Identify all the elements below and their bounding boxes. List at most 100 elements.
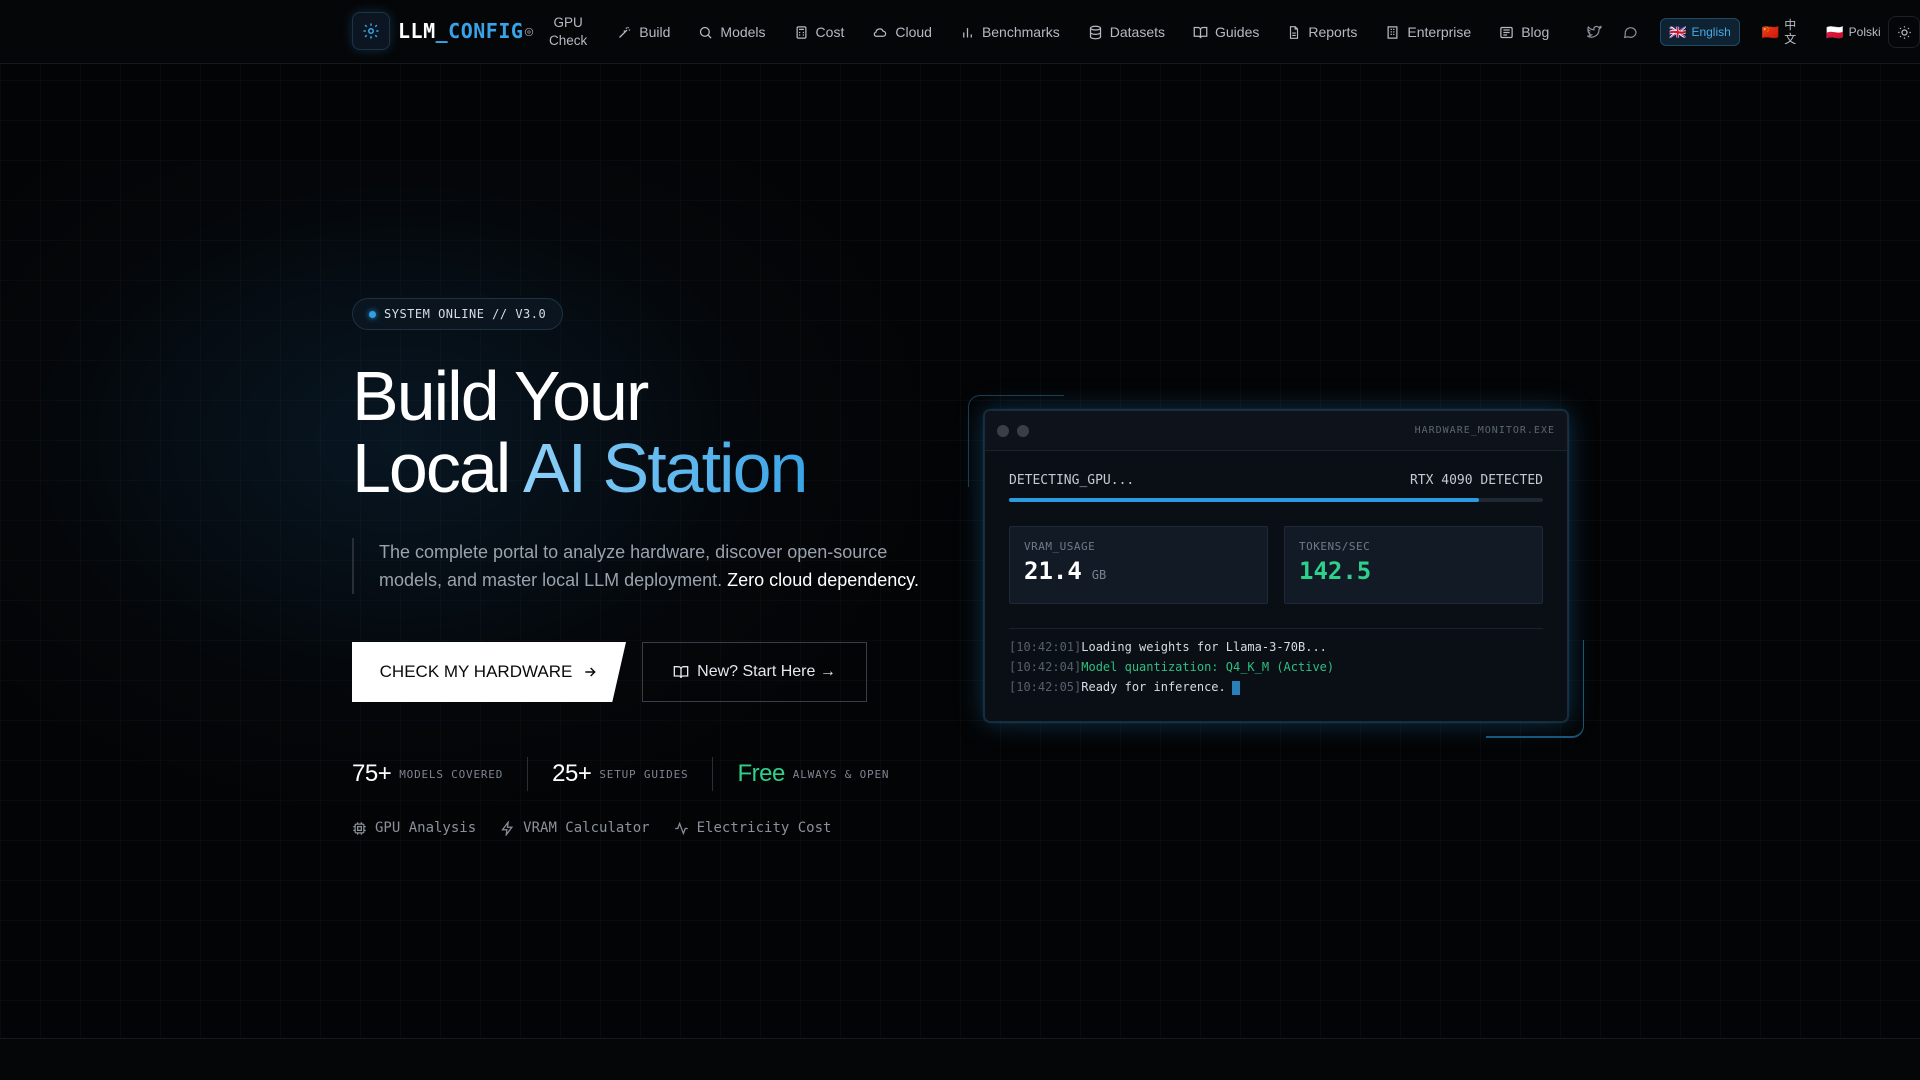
metric-cards: VRAM_USAGE 21.4 GB TOKENS/SEC 142.5: [1009, 526, 1543, 604]
nav-reports-label: Reports: [1308, 24, 1358, 40]
window-dot-2: [1017, 424, 1029, 437]
feature-electricity-cost-label: Electricity Cost: [696, 820, 832, 836]
nav-models[interactable]: Models: [698, 24, 766, 40]
start-here-button[interactable]: New? Start Here →: [642, 642, 867, 702]
feature-electricity-cost: Electricity Cost: [674, 820, 832, 836]
book-icon: [1193, 26, 1208, 38]
nav-right: 🇬🇧 English 🇨🇳 中文 🇵🇱 Polski: [1586, 0, 1903, 64]
lang-chinese-label: 中文: [1784, 18, 1797, 46]
database-icon: [1089, 25, 1101, 39]
search-icon: [700, 26, 712, 39]
chat-icon: [1623, 27, 1637, 39]
main-nav: GPU Check Build Models Cost Cloud Benchma…: [524, 0, 1577, 64]
log-text: Ready for inference.: [1081, 680, 1226, 694]
log-text: Model quantization: Q4_K_M (Active): [1081, 660, 1335, 674]
stat-free-label: ALWAYS & OPEN: [792, 767, 890, 781]
stat-guides-label: SETUP GUIDES: [599, 767, 689, 781]
window-dot-1: [997, 424, 1009, 437]
status-dot: [369, 310, 376, 318]
nav-reports[interactable]: Reports: [1287, 24, 1357, 40]
feature-vram-calculator: VRAM Calculator: [500, 820, 650, 836]
lang-chinese[interactable]: 🇨🇳 中文: [1754, 18, 1804, 46]
terminal-cursor: [1231, 680, 1240, 695]
lang-english[interactable]: 🇬🇧 English: [1660, 18, 1740, 46]
activity-icon: [674, 821, 688, 835]
log-timestamp: [10:42:01]: [1009, 640, 1082, 654]
nav-enterprise[interactable]: Enterprise: [1385, 24, 1471, 40]
book-open-icon: [673, 666, 689, 679]
nav-build[interactable]: Build: [617, 24, 670, 40]
vram-usage-card: VRAM_USAGE 21.4 GB: [1009, 526, 1268, 604]
start-here-label: New? Start Here →: [697, 663, 836, 680]
monitor-titlebar: HARDWARE_MONITOR.EXE: [985, 411, 1567, 451]
lang-english-label: English: [1691, 25, 1731, 39]
twitter-icon: [1587, 25, 1602, 38]
stat-guides-value: 25+: [552, 760, 592, 787]
detect-row: DETECTING_GPU... RTX 4090 DETECTED: [1009, 473, 1543, 488]
stats-row: 75+ MODELS COVERED 25+ SETUP GUIDES Free…: [352, 756, 937, 792]
brand-logo-link[interactable]: LLM_CONFIG: [352, 12, 523, 50]
nav-models-label: Models: [720, 24, 766, 40]
feature-vram-calculator-label: VRAM Calculator: [523, 820, 650, 836]
tokens-per-sec-label: TOKENS/SEC: [1299, 540, 1371, 553]
nav-blog[interactable]: Blog: [1499, 24, 1549, 40]
tokens-per-sec-card: TOKENS/SEC 142.5: [1284, 526, 1543, 604]
feature-gpu-analysis: GPU Analysis: [352, 820, 476, 836]
feature-gpu-analysis-label: GPU Analysis: [375, 820, 477, 836]
stat-free: Free ALWAYS & OPEN: [737, 757, 913, 791]
stat-models-value: 75+: [352, 760, 392, 787]
check-hardware-label: CHECK MY HARDWARE: [379, 662, 573, 681]
lang-polish-label: Polski: [1848, 25, 1881, 39]
log-line: [10:42:01]Loading weights for Llama-3-70…: [1009, 637, 1543, 657]
nav-datasets[interactable]: Datasets: [1088, 24, 1165, 40]
lightning-icon: [501, 820, 514, 836]
nav-cost-label: Cost: [815, 24, 845, 40]
china-flag-icon: 🇨🇳: [1761, 23, 1780, 40]
detect-progress-fill: [1009, 498, 1479, 502]
newspaper-icon: [1500, 26, 1513, 38]
lang-polish[interactable]: 🇵🇱 Polski: [1818, 18, 1888, 46]
gear-icon: [352, 12, 390, 50]
log-line: [10:42:04]Model quantization: Q4_K_M (Ac…: [1009, 657, 1543, 677]
nav-benchmarks[interactable]: Benchmarks: [960, 24, 1060, 40]
nav-guides[interactable]: Guides: [1193, 24, 1259, 40]
nav-build-label: Build: [639, 24, 671, 40]
arrow-right-icon: [585, 667, 597, 677]
log-line: [10:42:05]Ready for inference.: [1009, 677, 1543, 697]
uk-flag-icon: 🇬🇧: [1669, 23, 1687, 40]
log-text: Loading weights for Llama-3-70B...: [1081, 640, 1327, 654]
wand-icon: [619, 26, 631, 38]
status-badge-text: SYSTEM ONLINE // V3.0: [384, 307, 547, 321]
hero-description: The complete portal to analyze hardware,…: [352, 538, 952, 594]
nav-gpu-check[interactable]: GPU Check: [524, 14, 587, 50]
cloud-icon: [874, 27, 887, 37]
vram-usage-unit: GB: [1091, 568, 1107, 582]
calculator-icon: [796, 25, 807, 39]
vram-usage-label: VRAM_USAGE: [1024, 540, 1096, 553]
background-grid: [0, 0, 1920, 1080]
status-badge: SYSTEM ONLINE // V3.0: [352, 298, 564, 330]
monitor-window-title: HARDWARE_MONITOR.EXE: [1414, 425, 1555, 436]
twitter-link[interactable]: [1586, 24, 1602, 40]
detect-progress-bar: [1009, 498, 1543, 502]
footer-strip: [0, 1038, 1920, 1080]
hardware-monitor-window: HARDWARE_MONITOR.EXE DETECTING_GPU... RT…: [984, 410, 1568, 722]
poland-flag-icon: 🇵🇱: [1826, 23, 1844, 40]
page-title: Build Your Local AI Station: [352, 360, 808, 504]
sun-icon: [1897, 25, 1911, 39]
bar-chart-icon: [963, 27, 972, 37]
stat-models-label: MODELS COVERED: [399, 767, 504, 781]
nav-cloud[interactable]: Cloud: [872, 24, 932, 40]
detect-status: DETECTING_GPU...: [1009, 473, 1135, 488]
discord-link[interactable]: [1622, 24, 1638, 40]
vram-usage-value-row: 21.4 GB: [1024, 557, 1253, 585]
cpu-icon: [353, 821, 366, 835]
nav-enterprise-label: Enterprise: [1407, 24, 1472, 40]
monitor-body: DETECTING_GPU... RTX 4090 DETECTED VRAM_…: [985, 451, 1567, 697]
monitor-log: [10:42:01]Loading weights for Llama-3-70…: [1009, 628, 1543, 697]
theme-toggle-button[interactable]: [1888, 16, 1920, 48]
tokens-per-sec-value: 142.5: [1299, 557, 1372, 585]
nav-cost[interactable]: Cost: [794, 24, 845, 40]
check-hardware-button[interactable]: CHECK MY HARDWARE: [352, 642, 626, 702]
nav-cloud-label: Cloud: [895, 24, 932, 40]
